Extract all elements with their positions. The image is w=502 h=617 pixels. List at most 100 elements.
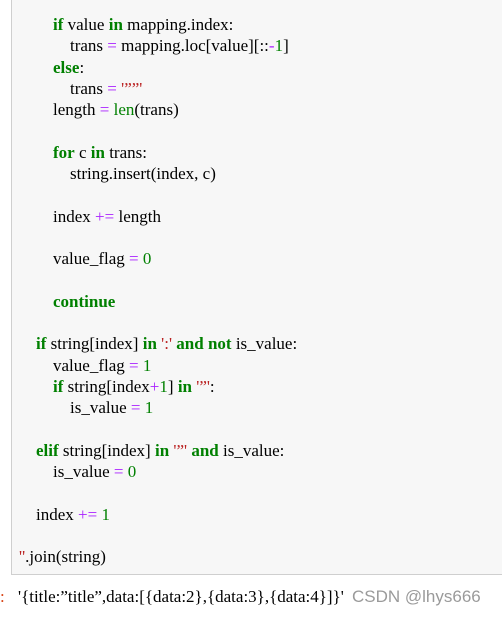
token-text: trans: <box>104 142 147 162</box>
token-kw: if <box>36 334 47 354</box>
token-kw: and <box>176 334 204 354</box>
cell-output: '{title:”title”,data:[{data:2},{data:3},… <box>18 587 344 606</box>
token-text: : <box>209 377 215 397</box>
token-bi: len <box>113 100 135 120</box>
token-op: += <box>78 504 98 524</box>
token-kw: not <box>207 334 232 354</box>
token-kw: continue <box>53 291 116 311</box>
token-text: string.insert(index, c) <box>19 164 216 184</box>
token-num: 1 <box>101 504 110 524</box>
token-text: trans <box>19 36 108 56</box>
token-num: 0 <box>142 249 152 269</box>
code-line: if value in mapping.index: <box>19 14 297 35</box>
token-op: = <box>129 249 139 269</box>
code-line: if string[index+1] in '”': <box>19 376 297 397</box>
code-editor[interactable]: if value in mapping.index: trans = mappi… <box>19 14 297 568</box>
token-op: = <box>107 78 117 98</box>
token-text: length <box>114 206 161 226</box>
token-text: is_value <box>19 398 131 418</box>
token-kw: in <box>90 142 105 162</box>
token-op: = <box>113 462 124 482</box>
token-text: is_value: <box>231 334 298 354</box>
code-line: trans = mapping.loc[value][::-1] <box>19 35 297 56</box>
token-str: '””' <box>121 78 143 98</box>
token-op: = <box>130 398 141 418</box>
token-num: 1 <box>144 398 154 418</box>
code-line: length = len(trans) <box>19 99 297 120</box>
code-cell[interactable]: if value in mapping.index: trans = mappi… <box>11 0 502 575</box>
token-kw: for <box>53 142 75 162</box>
token-text: trans <box>19 78 108 98</box>
token-kw: in <box>177 377 192 397</box>
token-text: mapping.index: <box>122 15 234 34</box>
token-text: index <box>19 504 79 524</box>
token-text: value <box>63 15 109 34</box>
token-text: c <box>74 142 91 162</box>
token-kw: in <box>108 15 123 34</box>
token-num: 0 <box>127 462 137 482</box>
token-text: index <box>19 206 96 226</box>
token-kw: if <box>53 377 64 397</box>
token-str: ':' <box>161 334 173 354</box>
token-text: mapping.loc[value][:: <box>116 36 269 56</box>
token-op: + <box>149 377 160 397</box>
token-op: = <box>99 100 110 120</box>
token-text: length <box>19 100 100 120</box>
code-line: is_value = 1 <box>19 397 297 418</box>
token-text: string[index <box>63 377 150 397</box>
token-kw: else <box>53 57 80 77</box>
token-kw: in <box>142 334 157 354</box>
token-text: : <box>79 57 85 77</box>
token-num: 1 <box>142 355 152 375</box>
token-op: = <box>129 355 139 375</box>
code-line: ''.join(string) <box>19 546 297 567</box>
token-text: value_flag <box>19 249 129 269</box>
token-text: string[index] <box>46 334 143 354</box>
code-line: trans = '””' <box>19 78 297 99</box>
token-text: string[index] <box>58 440 155 460</box>
token-text: value_flag <box>19 355 129 375</box>
token-op: = <box>107 36 117 56</box>
code-line: is_value = 0 <box>19 461 297 482</box>
token-kw: and <box>191 440 219 460</box>
code-line: value_flag = 1 <box>19 355 297 376</box>
code-line: string.insert(index, c) <box>19 163 297 184</box>
watermark: CSDN @lhys666 <box>352 587 481 606</box>
token-kw: elif <box>36 440 59 460</box>
token-kw: in <box>154 440 170 460</box>
token-str: '”' <box>196 377 210 397</box>
code-line: if string[index] in ':' and not is_value… <box>19 333 297 354</box>
token-kw: if <box>53 15 64 34</box>
code-line: value_flag = 0 <box>19 248 297 269</box>
token-text: is_value <box>19 462 114 482</box>
token-text: .join(string) <box>25 547 106 567</box>
token-text: ] <box>283 36 289 56</box>
token-str: '”' <box>173 440 188 460</box>
token-num: 1 <box>159 377 168 397</box>
code-line: index += length <box>19 206 297 227</box>
code-line: continue <box>19 291 297 312</box>
token-num: 1 <box>274 36 284 56</box>
token-text: ] <box>167 377 178 397</box>
output-prompt: : <box>0 587 5 606</box>
code-line: index += 1 <box>19 504 297 525</box>
token-text: is_value: <box>218 440 285 460</box>
code-line: elif string[index] in '”' and is_value: <box>19 440 297 461</box>
token-text: (trans) <box>134 100 179 120</box>
code-line: for c in trans: <box>19 142 297 163</box>
